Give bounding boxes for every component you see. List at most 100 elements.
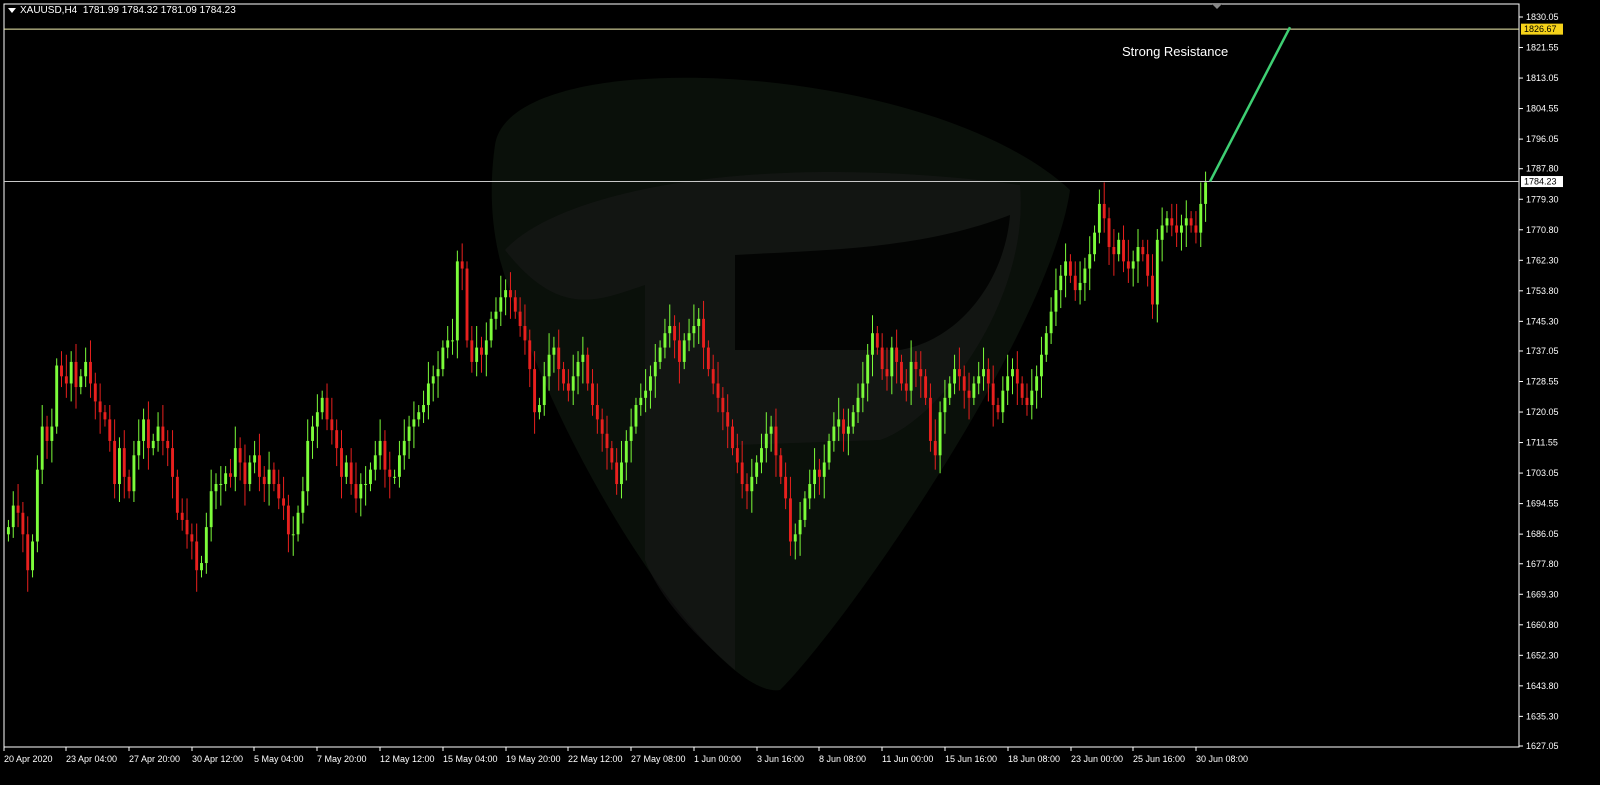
candle-bull — [1088, 254, 1092, 269]
candle-bull — [687, 333, 691, 341]
x-tick-label: 23 Jun 00:00 — [1071, 754, 1123, 764]
y-tick-label: 1686.05 — [1526, 529, 1559, 539]
candle-bull — [455, 261, 459, 341]
y-tick-label: 1821.55 — [1526, 43, 1559, 53]
candle-bull — [1064, 261, 1068, 276]
y-tick-label: 1779.30 — [1526, 194, 1559, 204]
candle-bear — [480, 347, 483, 355]
candle-bull — [764, 433, 768, 449]
candle-bull — [422, 405, 426, 413]
candle-bear — [1170, 218, 1174, 226]
candle-bull — [953, 369, 957, 384]
x-tick-label: 22 May 12:00 — [568, 754, 623, 764]
candle-bear — [895, 347, 899, 362]
y-tick-label: 1737.05 — [1526, 346, 1559, 356]
y-tick-label: 1830.05 — [1526, 12, 1559, 22]
candle-bear — [914, 361, 918, 370]
candle-bull — [204, 527, 208, 564]
candle-bull — [55, 365, 59, 427]
candle-bull — [407, 426, 411, 441]
candle-bear — [243, 462, 247, 485]
candle-bear — [566, 383, 570, 391]
shift-marker-icon[interactable] — [1212, 4, 1222, 9]
x-tick-label: 30 Apr 12:00 — [192, 754, 243, 764]
candle-bull — [668, 326, 672, 334]
y-tick-label: 1745.30 — [1526, 316, 1559, 326]
x-tick-label: 27 May 08:00 — [631, 754, 686, 764]
candle-bull — [644, 390, 648, 398]
candle-bear — [557, 347, 561, 370]
candle-bull — [253, 455, 257, 463]
candle-bull — [484, 340, 488, 355]
x-tick-label: 18 Jun 08:00 — [1008, 754, 1060, 764]
candle-bear — [354, 484, 358, 499]
candle-bear — [1020, 383, 1024, 398]
candle-bull — [156, 426, 160, 441]
candle-bull — [1011, 369, 1014, 377]
candle-bull — [412, 419, 416, 427]
candle-bear — [460, 261, 464, 269]
candle-bull — [1184, 218, 1188, 226]
y-tick-label: 1720.05 — [1526, 407, 1559, 417]
candle-bear — [60, 365, 63, 377]
candle-bull — [1044, 333, 1048, 355]
candle-bear — [277, 484, 281, 499]
candle-bear — [465, 268, 469, 341]
candle-bull — [943, 397, 947, 413]
candle-bear — [1122, 239, 1125, 262]
candle-bear — [677, 340, 681, 362]
candle-bull — [446, 340, 450, 348]
candle-bull — [426, 383, 430, 406]
candle-bear — [924, 376, 928, 398]
candle-bull — [851, 412, 855, 427]
candle-bear — [171, 448, 174, 477]
y-tick-label: 1728.55 — [1526, 377, 1559, 387]
price-chart[interactable]: Strong Resistance 1830.051821.551813.051… — [0, 0, 1600, 785]
candle-bear — [388, 469, 392, 477]
candle-bull — [233, 448, 237, 477]
candle-bull — [431, 376, 435, 384]
candle-bull — [803, 498, 807, 520]
candle-bear — [383, 440, 387, 470]
candle-bull — [214, 484, 218, 492]
candle-bull — [909, 361, 913, 391]
candle-bull — [494, 311, 498, 319]
candle-bull — [948, 383, 952, 398]
strong-resistance-annotation[interactable]: Strong Resistance — [1122, 44, 1228, 59]
candle-bull — [132, 455, 136, 492]
candle-bull — [1054, 290, 1058, 312]
y-tick-label: 1711.55 — [1526, 438, 1558, 448]
candle-bull — [972, 383, 976, 398]
candle-bull — [760, 448, 763, 463]
candle-bull — [648, 376, 652, 391]
candle-bull — [142, 419, 146, 441]
candle-bull — [306, 440, 310, 492]
y-tick-label: 1753.80 — [1526, 286, 1559, 296]
x-tick-label: 7 May 20:00 — [317, 754, 367, 764]
candle-bull — [117, 448, 121, 485]
candle-bear — [842, 419, 845, 434]
candle-bull — [79, 376, 83, 388]
candle-bear — [180, 512, 184, 520]
y-tick-label: 1669.30 — [1526, 589, 1559, 599]
candle-bear — [967, 390, 971, 398]
y-tick-label: 1643.80 — [1526, 681, 1559, 691]
candle-bear — [89, 361, 92, 384]
candle-bear — [98, 401, 102, 413]
candle-bull — [542, 376, 546, 406]
y-tick-label: 1694.55 — [1526, 499, 1559, 509]
candle-bull — [31, 541, 34, 571]
candle-bull — [1160, 225, 1164, 240]
x-tick-label: 23 Apr 04:00 — [66, 754, 117, 764]
candle-bull — [837, 419, 841, 427]
candle-bull — [200, 563, 203, 571]
candle-bull — [1030, 390, 1034, 406]
candle-bear — [229, 473, 232, 477]
x-tick-label: 20 Apr 2020 — [4, 754, 53, 764]
candle-bear — [962, 376, 966, 391]
candle-bear — [784, 476, 788, 499]
candle-bear — [335, 430, 339, 449]
candle-bear — [330, 419, 334, 431]
candle-bull — [1059, 275, 1063, 291]
candle-bear — [103, 412, 107, 420]
